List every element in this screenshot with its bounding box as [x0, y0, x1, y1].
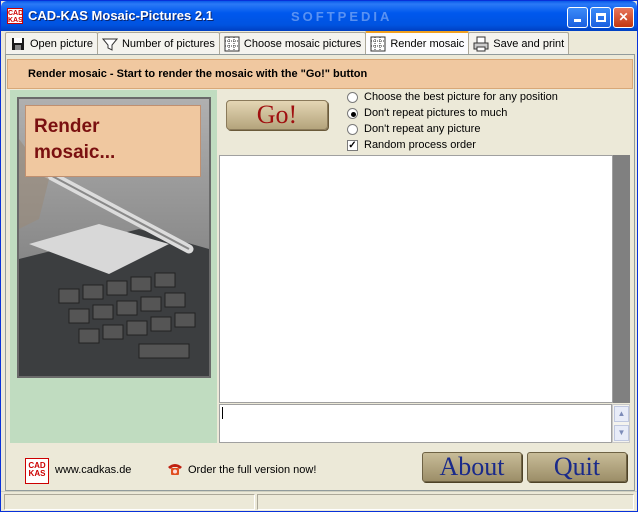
tab-render-mosaic[interactable]: Render mosaic — [365, 31, 470, 54]
maximize-icon — [595, 13, 606, 22]
about-button[interactable]: About — [422, 452, 522, 482]
mosaic-render-canvas — [219, 155, 613, 403]
log-textbox[interactable] — [219, 404, 612, 443]
close-button[interactable]: ✕ — [613, 7, 634, 28]
tab-open-picture[interactable]: Open picture — [5, 32, 98, 54]
checkbox[interactable]: ✓ — [347, 139, 358, 151]
radio-button[interactable] — [347, 123, 358, 135]
status-bar — [1, 491, 637, 511]
floppy-icon — [10, 36, 26, 52]
status-cell-left — [4, 494, 255, 510]
instruction-banner: Render mosaic - Start to render the mosa… — [7, 59, 633, 89]
scroll-up-button[interactable]: ▲ — [614, 406, 629, 422]
tab-number-of-pictures[interactable]: Number of pictures — [96, 32, 220, 54]
mosaic-grid-icon — [224, 36, 240, 52]
tab-label: Open picture — [30, 37, 93, 50]
tab-label: Choose mosaic pictures — [243, 37, 362, 50]
printer-icon — [473, 36, 489, 52]
app-logo-icon: CAD KAS — [7, 8, 24, 24]
maximize-button[interactable] — [590, 7, 611, 28]
radio-button[interactable] — [347, 107, 358, 119]
order-link[interactable]: Order the full version now! — [188, 464, 316, 476]
go-button[interactable]: Go! — [226, 100, 328, 130]
main-window: CAD KAS CAD-KAS Mosaic-Pictures 2.1 SOFT… — [0, 0, 638, 512]
option-label: Don't repeat any picture — [364, 123, 481, 135]
title-bar[interactable]: CAD KAS CAD-KAS Mosaic-Pictures 2.1 SOFT… — [1, 1, 637, 31]
website-link[interactable]: www.cadkas.de — [55, 464, 131, 476]
minimize-button[interactable] — [567, 7, 588, 28]
option-best-picture[interactable]: Choose the best picture for any position — [347, 90, 558, 104]
preview-caption-line1: Render — [34, 116, 100, 137]
tab-save-and-print[interactable]: Save and print — [468, 32, 570, 54]
option-label: Choose the best picture for any position — [364, 91, 558, 103]
cadkas-logo[interactable]: CAD KAS — [25, 458, 49, 484]
tab-bar: Open picture Number of pictures Choose m… — [5, 31, 570, 54]
option-label: Random process order — [364, 139, 476, 151]
watermark: SOFTPEDIA — [291, 9, 393, 24]
tab-label: Number of pictures — [121, 37, 215, 50]
preview-caption-line2: mosaic... — [34, 142, 116, 163]
preview-caption: Render mosaic... — [25, 105, 201, 177]
quit-button[interactable]: Quit — [527, 452, 627, 482]
option-dont-repeat-much[interactable]: Don't repeat pictures to much — [347, 106, 507, 120]
canvas-margin — [613, 155, 630, 403]
option-random-order[interactable]: ✓ Random process order — [347, 138, 476, 152]
status-cell-right — [257, 494, 634, 510]
tab-choose-mosaic-pictures[interactable]: Choose mosaic pictures — [218, 32, 367, 54]
window-title: CAD-KAS Mosaic-Pictures 2.1 — [28, 8, 213, 23]
tab-label: Save and print — [493, 37, 565, 50]
option-label: Don't repeat pictures to much — [364, 107, 508, 119]
option-dont-repeat-any[interactable]: Don't repeat any picture — [347, 122, 480, 136]
mosaic-grid-icon — [370, 36, 386, 52]
funnel-icon — [101, 36, 119, 52]
text-caret — [222, 407, 223, 419]
minimize-icon — [574, 19, 581, 22]
close-icon: ✕ — [618, 10, 629, 24]
tab-label: Render mosaic — [390, 37, 465, 50]
phone-icon[interactable] — [167, 462, 183, 476]
scroll-down-button[interactable]: ▼ — [614, 425, 629, 441]
log-scrollbar[interactable]: ▲ ▼ — [612, 404, 630, 443]
radio-button[interactable] — [347, 91, 358, 103]
